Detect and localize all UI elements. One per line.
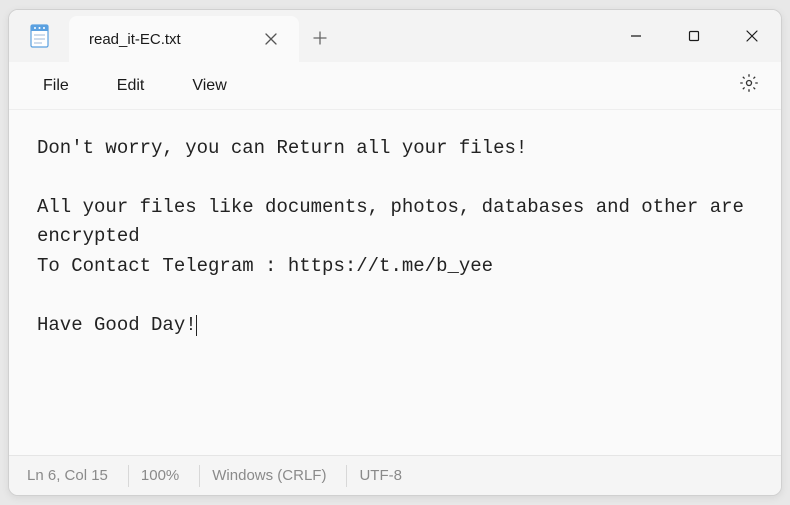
gear-icon [739, 73, 759, 98]
close-button[interactable] [723, 10, 781, 62]
status-zoom[interactable]: 100% [129, 465, 200, 487]
app-icon-area [9, 10, 69, 62]
settings-button[interactable] [731, 68, 767, 104]
status-cursor-position[interactable]: Ln 6, Col 15 [27, 465, 129, 487]
menubar: File Edit View [9, 62, 781, 110]
notepad-window: pcrisk.com read_it-EC.txt [8, 9, 782, 496]
menu-edit[interactable]: Edit [97, 71, 165, 101]
minimize-button[interactable] [607, 10, 665, 62]
window-controls [607, 10, 781, 62]
plus-icon [313, 29, 327, 50]
menu-view[interactable]: View [172, 71, 246, 101]
close-tab-icon[interactable] [263, 31, 279, 47]
status-line-ending[interactable]: Windows (CRLF) [200, 465, 347, 487]
status-encoding[interactable]: UTF-8 [347, 465, 422, 487]
statusbar: Ln 6, Col 15 100% Windows (CRLF) UTF-8 [9, 455, 781, 495]
titlebar: read_it-EC.txt [9, 10, 781, 62]
tab-title: read_it-EC.txt [89, 31, 181, 48]
text-editor-area[interactable]: Don't worry, you can Return all your fil… [9, 110, 781, 455]
tab-active[interactable]: read_it-EC.txt [69, 16, 299, 62]
notepad-app-icon [28, 23, 50, 49]
document-text: Don't worry, you can Return all your fil… [37, 137, 755, 336]
menu-file[interactable]: File [23, 71, 89, 101]
maximize-button[interactable] [665, 10, 723, 62]
text-caret [196, 315, 197, 336]
new-tab-button[interactable] [299, 16, 341, 62]
